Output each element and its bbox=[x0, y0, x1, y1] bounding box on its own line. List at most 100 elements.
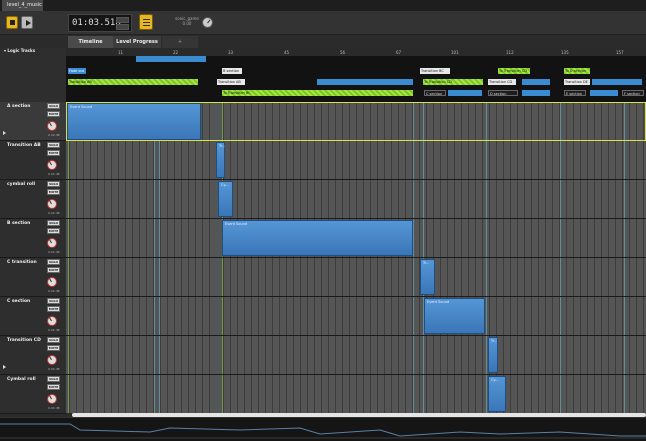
solo-button[interactable]: SOLO bbox=[47, 181, 60, 187]
marker[interactable]: B section bbox=[222, 68, 242, 74]
track-header[interactable]: cymbal roll SOLO MUTE 0.00 dB bbox=[0, 180, 66, 219]
marker[interactable]: C section bbox=[424, 90, 446, 96]
volume-knob[interactable] bbox=[47, 394, 57, 404]
audio-clip[interactable]: Tr... bbox=[216, 142, 225, 178]
add-tab-button[interactable]: + bbox=[162, 36, 198, 48]
list-view-button[interactable] bbox=[139, 14, 153, 30]
track-row[interactable]: Tr... bbox=[66, 141, 646, 180]
audio-clip[interactable]: Tr... bbox=[488, 337, 498, 373]
tab-timeline[interactable]: Timeline bbox=[68, 36, 113, 48]
track-header[interactable]: Transition AB SOLO MUTE 0.00 dB bbox=[0, 141, 66, 180]
volume-knob[interactable] bbox=[47, 199, 57, 209]
volume-knob[interactable] bbox=[47, 121, 57, 131]
marker-region[interactable] bbox=[592, 79, 642, 85]
solo-button[interactable]: SOLO bbox=[47, 376, 60, 382]
mute-button[interactable]: MUTE bbox=[47, 228, 60, 234]
expand-arrow-icon[interactable] bbox=[3, 365, 6, 369]
loop-region[interactable] bbox=[136, 56, 206, 62]
volume-knob[interactable] bbox=[47, 355, 57, 365]
expand-arrow-icon[interactable] bbox=[3, 131, 6, 135]
marker-region[interactable] bbox=[522, 90, 550, 96]
solo-button[interactable]: SOLO bbox=[47, 103, 60, 109]
time-ruler[interactable]: 11 22 33 45 56 67 101 112 135 157 bbox=[66, 48, 646, 56]
track-name: Cymbal roll bbox=[7, 377, 36, 382]
parameter-knob[interactable] bbox=[202, 17, 213, 28]
marker[interactable]: Transition BC bbox=[420, 68, 450, 74]
play-button[interactable] bbox=[21, 16, 33, 29]
overview-strip[interactable] bbox=[0, 417, 646, 441]
clip-name: Tr... bbox=[491, 339, 498, 343]
volume-knob[interactable] bbox=[47, 238, 57, 248]
marker[interactable]: Transition CD bbox=[488, 79, 516, 85]
audio-clip[interactable]: Cy... bbox=[488, 376, 506, 412]
solo-button[interactable]: SOLO bbox=[47, 337, 60, 343]
volume-knob[interactable] bbox=[47, 160, 57, 170]
clip-name: Event Sound bbox=[427, 300, 450, 304]
track-row[interactable]: Cy... bbox=[66, 375, 646, 414]
stop-icon bbox=[10, 20, 15, 25]
track-header[interactable]: A section SOLO MUTE 0.00 dB bbox=[0, 102, 66, 141]
mute-button[interactable]: MUTE bbox=[47, 384, 60, 390]
clip-name: Event Sound bbox=[70, 105, 93, 109]
audio-clip[interactable]: Cy... bbox=[218, 181, 233, 217]
marker-region[interactable] bbox=[590, 90, 618, 96]
mute-button[interactable]: MUTE bbox=[47, 345, 60, 351]
marker[interactable]: Transition DE bbox=[564, 79, 590, 85]
time-down-button[interactable] bbox=[116, 24, 129, 30]
marker[interactable]: E section bbox=[564, 90, 586, 96]
solo-button[interactable]: SOLO bbox=[47, 298, 60, 304]
time-display[interactable]: 01:03.518 bbox=[68, 14, 132, 32]
volume-knob[interactable] bbox=[47, 277, 57, 287]
mute-button[interactable]: MUTE bbox=[47, 189, 60, 195]
track-row[interactable]: Event Sound bbox=[66, 219, 646, 258]
marker[interactable]: To Transition CD bbox=[423, 79, 483, 85]
volume-value: 0.00 dB bbox=[48, 289, 60, 293]
marker[interactable]: F section bbox=[622, 90, 644, 96]
track-header[interactable]: Transition CD SOLO MUTE 0.00 dB bbox=[0, 336, 66, 375]
track-row[interactable]: Tr... bbox=[66, 258, 646, 297]
audio-clip[interactable]: Tr... bbox=[420, 259, 435, 295]
marker[interactable]: Fade out bbox=[68, 68, 86, 74]
document-tab[interactable]: level_4_music bbox=[2, 0, 43, 11]
audio-clip[interactable]: Event Sound bbox=[67, 103, 201, 140]
audio-clip[interactable]: Event Sound bbox=[222, 220, 413, 256]
track-header[interactable]: C transition SOLO MUTE 0.00 dB bbox=[0, 258, 66, 297]
track-row[interactable]: Event Sound bbox=[66, 102, 646, 141]
tab-level-progress[interactable]: Level Progress bbox=[113, 36, 161, 48]
volume-value: 0.00 dB bbox=[48, 250, 60, 254]
mute-button[interactable]: MUTE bbox=[47, 267, 60, 273]
track-name: C transition bbox=[7, 260, 37, 265]
track-row[interactable]: Tr... bbox=[66, 336, 646, 375]
track-row[interactable]: Cy... bbox=[66, 180, 646, 219]
marker[interactable]: Transition AB bbox=[68, 79, 198, 85]
solo-button[interactable]: SOLO bbox=[47, 142, 60, 148]
marker[interactable]: To D section bbox=[564, 68, 590, 74]
marker[interactable]: To Transition CD bbox=[498, 68, 530, 74]
track-headers: A section SOLO MUTE 0.00 dB Transition A… bbox=[0, 102, 66, 414]
track-header[interactable]: B section SOLO MUTE 0.00 dB bbox=[0, 219, 66, 258]
marker-region[interactable] bbox=[317, 79, 413, 85]
volume-knob[interactable] bbox=[47, 316, 57, 326]
marker-region[interactable] bbox=[448, 90, 482, 96]
solo-button[interactable]: SOLO bbox=[47, 259, 60, 265]
logic-tracks-label[interactable]: ▾ Logic Tracks bbox=[4, 48, 35, 53]
track-header[interactable]: Cymbal roll SOLO MUTE 0.00 dB bbox=[0, 375, 66, 414]
audio-clip[interactable]: Event Sound bbox=[424, 298, 485, 334]
track-header[interactable]: C section SOLO MUTE 0.00 dB bbox=[0, 297, 66, 336]
timeline-track-area[interactable]: Event Sound Tr... Cy... Event Sound Tr..… bbox=[66, 102, 646, 414]
volume-value: 0.00 dB bbox=[48, 133, 60, 137]
solo-button[interactable]: SOLO bbox=[47, 220, 60, 226]
mute-button[interactable]: MUTE bbox=[47, 150, 60, 156]
marker[interactable]: To Transition BC bbox=[222, 90, 413, 96]
time-up-button[interactable] bbox=[116, 17, 129, 23]
mute-button[interactable]: MUTE bbox=[47, 111, 60, 117]
mute-button[interactable]: MUTE bbox=[47, 306, 60, 312]
marker[interactable]: D section bbox=[488, 90, 518, 96]
ruler-tick-label: 45 bbox=[284, 50, 290, 55]
track-row[interactable]: Event Sound bbox=[66, 297, 646, 336]
stop-button[interactable] bbox=[6, 16, 18, 29]
logic-tracks-text: Logic Tracks bbox=[7, 48, 36, 53]
marker-region[interactable] bbox=[522, 79, 550, 85]
marker[interactable]: Transition AB bbox=[217, 79, 245, 85]
track-name: B section bbox=[7, 221, 31, 226]
